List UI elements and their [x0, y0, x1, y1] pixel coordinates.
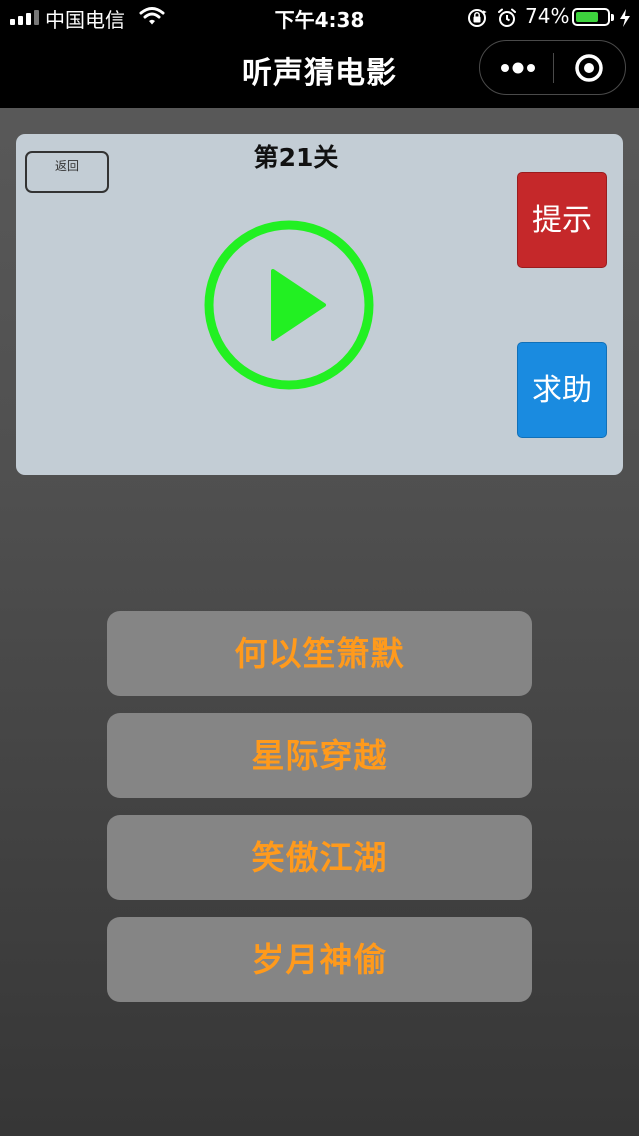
charging-bolt-icon [619, 8, 631, 32]
battery-percent: 74% [525, 4, 570, 28]
answer-option[interactable]: 星际穿越 [107, 713, 532, 798]
help-button[interactable]: 求助 [517, 342, 607, 438]
status-bar: 中国电信 下午4:38 74% [0, 0, 639, 36]
top-bar: 中国电信 下午4:38 74% 听声猜电影 [0, 0, 639, 108]
level-title: 第21关 [253, 143, 339, 172]
hint-button[interactable]: 提示 [517, 172, 607, 268]
more-button[interactable] [480, 41, 553, 94]
target-circle-icon [575, 54, 603, 82]
answer-options: 何以笙箫默 星际穿越 笑傲江湖 岁月神偷 [107, 611, 532, 1019]
game-card: 返回 第21关 提示 求助 [16, 134, 623, 475]
answer-option[interactable]: 何以笙箫默 [107, 611, 532, 696]
answer-option[interactable]: 笑傲江湖 [107, 815, 532, 900]
orientation-lock-icon [466, 7, 488, 34]
answer-option[interactable]: 岁月神偷 [107, 917, 532, 1002]
battery-icon [572, 8, 614, 26]
play-circle-icon [204, 220, 374, 390]
mini-program-capsule [479, 40, 626, 95]
close-miniprogram-button[interactable] [554, 41, 625, 94]
more-dots-icon [501, 62, 535, 74]
alarm-icon [496, 7, 518, 34]
play-button[interactable] [203, 219, 375, 391]
